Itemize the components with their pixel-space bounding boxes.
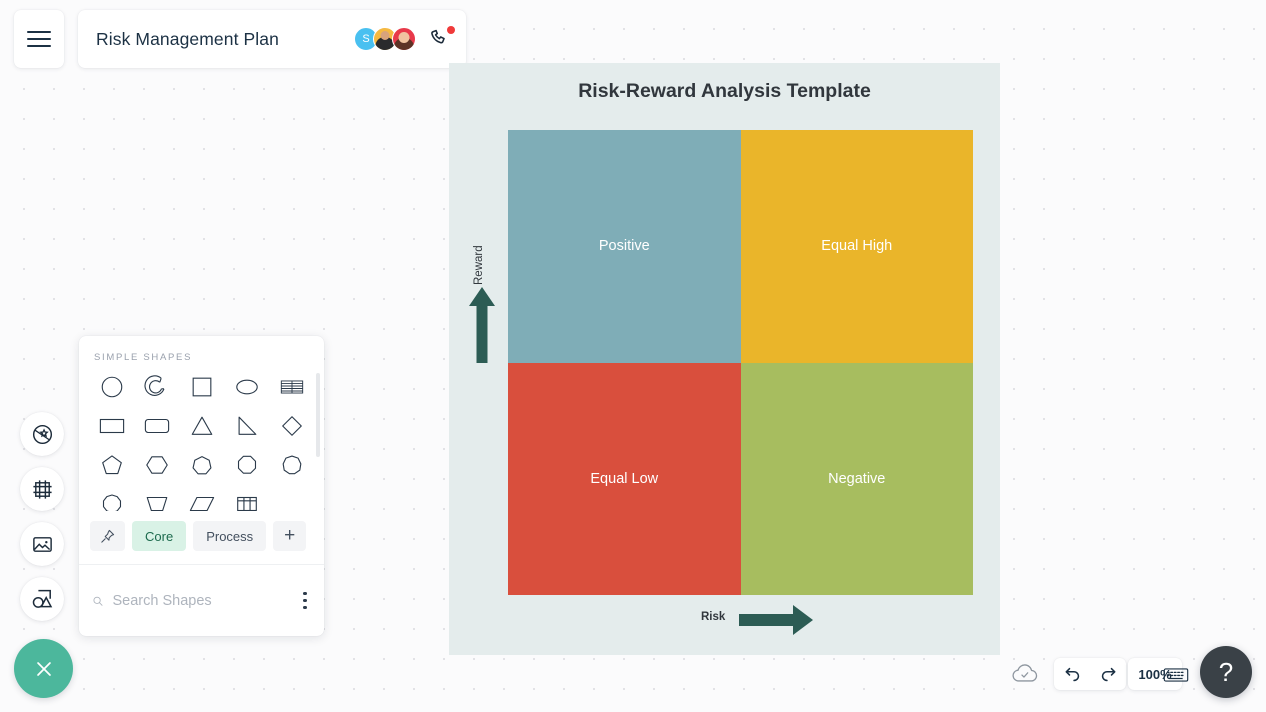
diagram-title[interactable]: Risk-Reward Analysis Template (449, 80, 1000, 103)
help-label: ? (1218, 656, 1234, 687)
tab-core[interactable]: Core (132, 521, 187, 551)
sidebar-item-frame[interactable] (20, 467, 64, 511)
cloud-saved-icon (1012, 664, 1038, 682)
shapes-panel: SIMPLE SHAPES Core Process + Search Shap… (79, 336, 324, 636)
rounded-rectangle-icon (144, 418, 169, 434)
undo-redo-group (1054, 658, 1126, 690)
sidebar-item-theme[interactable] (20, 412, 64, 456)
close-x-icon (36, 661, 51, 676)
quadrant-negative[interactable]: Negative (740, 362, 973, 595)
shape-decagon[interactable] (89, 488, 134, 511)
keyboard-shortcuts-icon (1163, 668, 1189, 682)
heptagon-icon (192, 456, 211, 475)
diamond-icon (281, 416, 302, 436)
shape-nonagon[interactable] (269, 449, 314, 481)
shapes-scrollbar[interactable] (316, 373, 320, 457)
left-tool-rail (20, 412, 64, 632)
shape-rectangle[interactable] (89, 410, 134, 442)
shape-pentagon[interactable] (89, 449, 134, 481)
tab-process[interactable]: Process (193, 521, 267, 551)
quadrant-equal-low[interactable]: Equal Low (508, 362, 741, 595)
circle-icon (101, 376, 122, 398)
shape-trapezoid[interactable] (134, 488, 179, 511)
shape-diamond[interactable] (269, 410, 314, 442)
risk-axis-arrow[interactable] (737, 603, 815, 637)
quadrant-positive[interactable]: Positive (508, 130, 741, 363)
square-icon (192, 377, 211, 397)
redo-button[interactable] (1099, 665, 1118, 684)
reward-axis-label[interactable]: Reward (473, 245, 485, 285)
search-input[interactable] (112, 592, 300, 609)
right-triangle-icon (238, 416, 256, 435)
parallelogram-icon (189, 496, 214, 511)
shape-square[interactable] (179, 371, 224, 403)
risk-axis-label[interactable]: Risk (701, 611, 725, 623)
octagon-icon (237, 455, 256, 474)
document-title-bar: Risk Management Plan S (78, 10, 466, 68)
add-library-button[interactable]: + (273, 521, 307, 551)
pentagon-icon (101, 455, 122, 475)
canvas-page[interactable]: Risk-Reward Analysis Template Positive E… (449, 63, 1000, 655)
pin-icon (101, 529, 115, 543)
shapes-grid (89, 371, 314, 511)
shape-parallelogram[interactable] (179, 488, 224, 511)
table-rows-icon (280, 380, 303, 394)
avatar[interactable] (392, 27, 416, 51)
kebab-menu-icon[interactable] (300, 591, 312, 610)
ellipse-icon (235, 379, 258, 395)
arc-icon (143, 375, 164, 396)
reward-axis-arrow[interactable] (467, 285, 497, 365)
shape-rounded-rectangle[interactable] (134, 410, 179, 442)
shape-grid-table[interactable] (224, 488, 269, 511)
shape-heptagon[interactable] (179, 449, 224, 481)
sidebar-item-shapes[interactable] (20, 577, 64, 621)
undo-button[interactable] (1063, 665, 1082, 684)
image-icon (32, 536, 52, 552)
collaborators-area: S (354, 10, 455, 68)
help-button[interactable]: ? (1200, 646, 1252, 698)
shape-library-tabs: Core Process + (79, 511, 324, 565)
shape-hexagon[interactable] (134, 449, 179, 481)
shape-ellipse[interactable] (224, 371, 269, 403)
triangle-icon (191, 416, 212, 435)
shape-octagon[interactable] (224, 449, 269, 481)
rectangle-icon (99, 418, 124, 434)
shapes-scroll-area (79, 363, 324, 511)
shape-triangle[interactable] (179, 410, 224, 442)
shape-arc[interactable] (134, 371, 179, 403)
notification-badge (447, 26, 455, 34)
shape-table-rows[interactable] (269, 371, 314, 403)
quadrant-equal-high[interactable]: Equal High (740, 130, 973, 363)
up-arrow-icon (469, 287, 495, 363)
shapes-icon (32, 589, 53, 608)
trapezoid-icon (146, 496, 167, 511)
shape-search-row (79, 565, 324, 636)
grid-table-icon (236, 496, 257, 511)
shape-circle[interactable] (89, 371, 134, 403)
keyboard-shortcuts-button[interactable] (1163, 666, 1189, 684)
right-arrow-icon (739, 605, 813, 635)
cloud-saved-button[interactable] (1012, 664, 1038, 684)
phone-call-button[interactable] (428, 26, 455, 52)
hexagon-icon (145, 456, 168, 474)
hamburger-menu-button[interactable] (14, 10, 64, 68)
tab-pinned[interactable] (90, 521, 125, 551)
nonagon-icon (282, 455, 301, 475)
decagon-icon (102, 494, 121, 511)
risk-reward-matrix: Positive Equal High Equal Low Negative (508, 130, 973, 595)
shape-right-triangle[interactable] (224, 410, 269, 442)
undo-arrow-icon (1065, 667, 1079, 681)
redo-arrow-icon (1101, 667, 1115, 681)
theme-palette-icon (32, 424, 52, 444)
sidebar-item-image[interactable] (20, 522, 64, 566)
page-title[interactable]: Risk Management Plan (96, 29, 279, 50)
close-panel-button[interactable] (14, 639, 73, 698)
avatar-stack: S (354, 27, 416, 51)
shapes-section-title: SIMPLE SHAPES (94, 352, 193, 363)
frame-icon (32, 479, 52, 499)
hamburger-menu-icon (27, 30, 51, 48)
app-root: Risk Management Plan S SIMPLE SHAPES Cor… (0, 0, 1266, 712)
search-icon (93, 596, 103, 606)
